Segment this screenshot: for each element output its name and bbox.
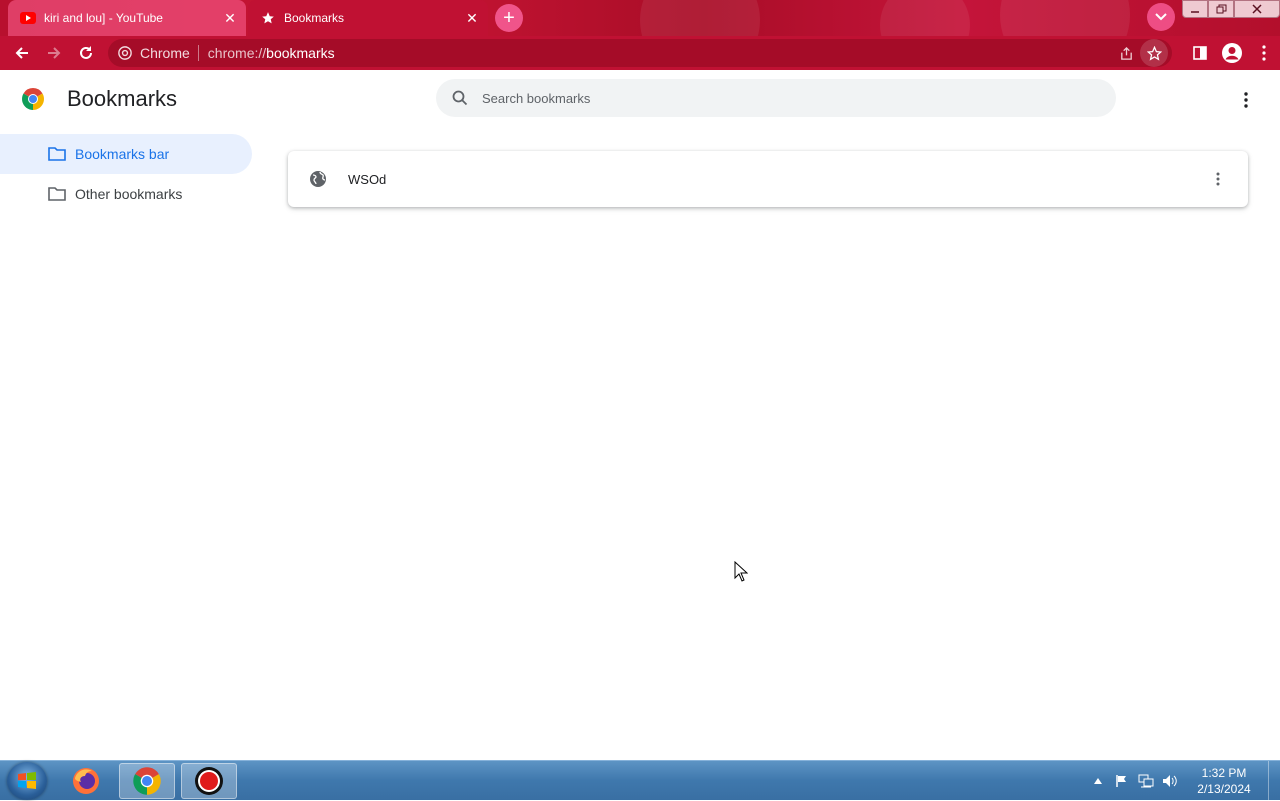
theme-decoration [1000,0,1130,36]
chevron-down-icon [1155,13,1167,21]
windows-taskbar: 1:32 PM 2/13/2024 [0,760,1280,801]
browser-titlebar: kiri and lou] - YouTube ✕ Bookmarks ✕ + [0,0,1280,36]
sidebar-item-label: Other bookmarks [75,186,183,202]
tab-search-button[interactable] [1147,3,1175,31]
record-icon [195,767,223,795]
tab-youtube[interactable]: kiri and lou] - YouTube ✕ [8,0,246,36]
bookmark-row[interactable]: WSOd [288,151,1248,207]
chrome-logo-icon [21,87,45,111]
search-input[interactable] [482,90,1082,106]
url-path: bookmarks [266,45,335,61]
new-tab-button[interactable]: + [495,4,523,32]
close-window-button[interactable] [1234,0,1280,18]
close-tab-icon[interactable]: ✕ [462,8,482,28]
theme-decoration [880,0,970,36]
back-arrow-icon [15,47,28,59]
url-text: chrome://bookmarks [199,45,335,61]
taskbar-clock[interactable]: 1:32 PM 2/13/2024 [1186,765,1262,797]
side-panel-icon[interactable] [1184,36,1216,70]
show-hidden-icons-icon[interactable] [1086,761,1110,801]
sidebar-item-other-bookmarks[interactable]: Other bookmarks [0,174,252,214]
sidebar-item-label: Bookmarks bar [75,146,170,162]
taskbar-app-firefox[interactable] [58,763,114,799]
folder-icon [48,147,66,161]
start-button[interactable] [7,762,47,800]
action-center-flag-icon[interactable] [1110,761,1134,801]
site-info[interactable]: Chrome [108,45,199,61]
folder-icon [48,187,66,201]
volume-icon[interactable] [1158,761,1182,801]
organize-menu-icon[interactable] [1232,86,1260,114]
tab-title: kiri and lou] - YouTube [44,11,163,25]
forward-button[interactable] [38,37,70,69]
forward-arrow-icon [48,47,61,59]
chrome-icon [118,46,132,60]
profile-avatar-icon[interactable] [1216,36,1248,70]
star-icon [260,10,276,26]
bookmark-title: WSOd [348,171,387,187]
chrome-icon [133,767,161,795]
bookmark-star-icon[interactable] [1140,39,1168,67]
show-desktop-button[interactable] [1268,761,1280,801]
reload-icon [80,46,92,59]
search-icon [438,90,482,106]
youtube-icon [20,10,36,26]
page-title: Bookmarks [67,86,178,111]
network-icon[interactable] [1134,761,1158,801]
minimize-button[interactable] [1182,0,1208,18]
search-bookmarks-field[interactable] [436,79,1116,117]
share-icon[interactable] [1112,39,1140,67]
sidebar-item-bookmarks-bar[interactable]: Bookmarks bar [0,134,252,174]
back-button[interactable] [6,37,38,69]
theme-decoration [640,0,760,36]
windows-logo-icon [18,772,36,789]
taskbar-app-recorder[interactable] [181,763,237,799]
clock-time: 1:32 PM [1201,766,1247,780]
reload-button[interactable] [70,37,102,69]
tab-title: Bookmarks [284,11,345,25]
site-label: Chrome [140,45,190,61]
url-scheme: chrome:// [207,45,267,61]
clock-date: 2/13/2024 [1197,782,1251,796]
system-tray: 1:32 PM 2/13/2024 [1086,761,1280,801]
restore-button[interactable] [1208,0,1234,18]
bookmarks-page: Bookmarks Bookmarks bar Other bookmarks … [0,70,1280,760]
folder-sidebar: Bookmarks bar Other bookmarks [0,134,256,214]
address-bar[interactable]: Chrome chrome://bookmarks [108,39,1172,67]
firefox-icon [73,768,99,794]
globe-icon [310,171,326,187]
window-controls [1182,0,1280,18]
tab-bookmarks[interactable]: Bookmarks ✕ [248,0,488,36]
close-tab-icon[interactable]: ✕ [220,8,240,28]
browser-toolbar: Chrome chrome://bookmarks [0,36,1280,70]
bookmark-more-icon[interactable] [1204,165,1232,193]
chrome-menu-icon[interactable] [1248,36,1280,70]
mouse-cursor-icon [734,560,749,588]
taskbar-app-chrome[interactable] [119,763,175,799]
